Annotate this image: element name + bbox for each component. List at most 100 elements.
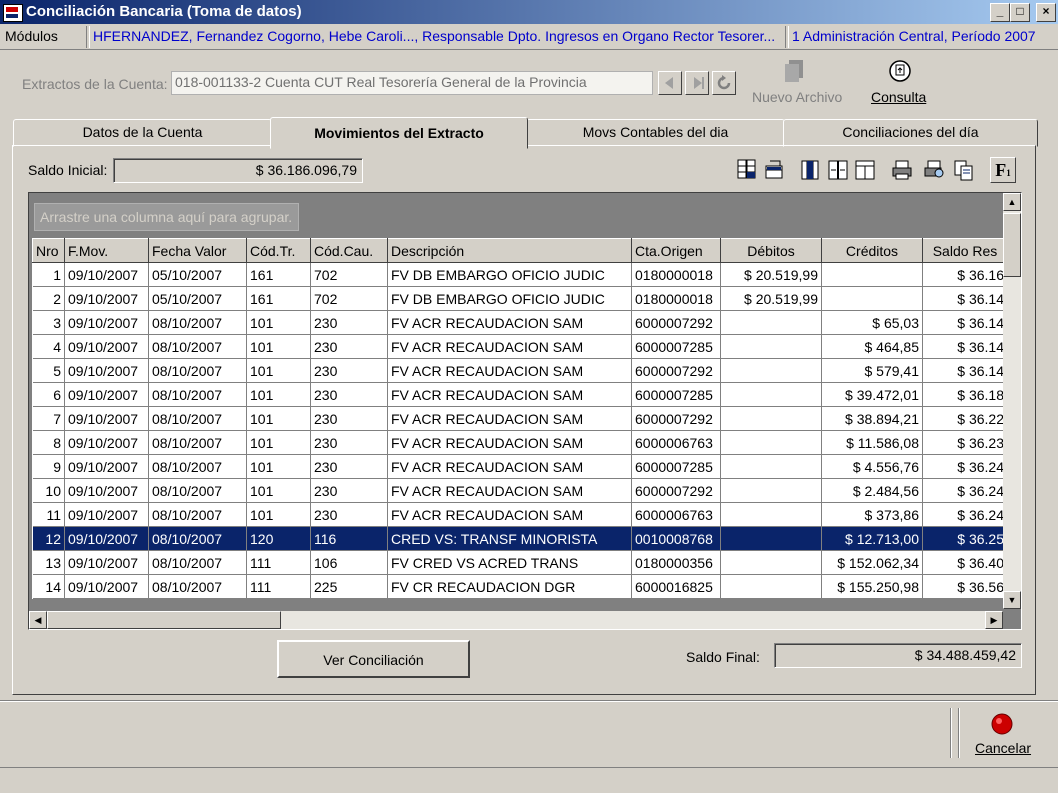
cell-debitos[interactable]: $ 20.519,99: [720, 286, 822, 311]
cell-cod-cau[interactable]: 230: [310, 478, 388, 503]
cell-debitos[interactable]: [720, 502, 822, 527]
new-file-button[interactable]: Nuevo Archivo: [752, 89, 842, 105]
cell-debitos[interactable]: [720, 406, 822, 431]
cell-saldo[interactable]: $ 36.25: [922, 526, 1008, 551]
cell-nro[interactable]: 9: [32, 454, 65, 479]
cell-saldo[interactable]: $ 36.14: [922, 286, 1008, 311]
table-row[interactable]: 11 09/10/2007 08/10/2007 101 230 FV ACR RECAU…: [32, 502, 1008, 527]
cell-creditos[interactable]: $ 11.586,08: [821, 430, 923, 455]
cell-fmov[interactable]: 09/10/2007: [64, 550, 149, 575]
table-row[interactable]: 8 09/10/2007 08/10/2007 101 230 FV ACR RECAUD…: [32, 430, 1008, 455]
table-row[interactable]: 13 09/10/2007 08/10/2007 111 106 FV CRED VS A…: [32, 550, 1008, 575]
cell-descripcion[interactable]: FV ACR RECAUDACION SAM: [387, 430, 632, 455]
cell-descripcion[interactable]: FV ACR RECAUDACION SAM: [387, 334, 632, 359]
column-header-fmov[interactable]: F.Mov.: [64, 238, 149, 263]
columns-icon[interactable]: [798, 158, 822, 182]
cell-creditos[interactable]: $ 12.713,00: [821, 526, 923, 551]
cell-cta-origen[interactable]: 6000007285: [631, 382, 721, 407]
cell-fmov[interactable]: 09/10/2007: [64, 526, 149, 551]
cell-fmov[interactable]: 09/10/2007: [64, 478, 149, 503]
tab-statement-movements[interactable]: Movimientos del Extracto: [270, 117, 528, 149]
column-header-descripcion[interactable]: Descripción: [387, 238, 632, 263]
column-header-cta-origen[interactable]: Cta.Origen: [631, 238, 721, 263]
vertical-scrollbar[interactable]: ▲ ▼: [1003, 193, 1021, 609]
cell-cta-origen[interactable]: 6000006763: [631, 430, 721, 455]
minimize-button[interactable]: _: [990, 3, 1010, 22]
tab-daily-reconciliations[interactable]: Conciliaciones del día: [783, 119, 1038, 147]
cell-cod-cau[interactable]: 225: [310, 574, 388, 599]
copy-icon[interactable]: [952, 158, 976, 182]
cell-fmov[interactable]: 09/10/2007: [64, 574, 149, 599]
cell-cod-tr[interactable]: 101: [246, 310, 311, 335]
cell-cod-tr[interactable]: 161: [246, 286, 311, 311]
cell-cod-tr[interactable]: 101: [246, 502, 311, 527]
cell-cod-tr[interactable]: 101: [246, 382, 311, 407]
cell-creditos[interactable]: $ 579,41: [821, 358, 923, 383]
cell-cta-origen[interactable]: 6000007292: [631, 358, 721, 383]
column-header-cod-cau[interactable]: Cód.Cau.: [310, 238, 388, 263]
cell-fmov[interactable]: 09/10/2007: [64, 262, 149, 287]
font-icon[interactable]: F1: [990, 157, 1016, 183]
cell-descripcion[interactable]: FV ACR RECAUDACION SAM: [387, 406, 632, 431]
cell-fmov[interactable]: 09/10/2007: [64, 358, 149, 383]
cell-cta-origen[interactable]: 6000007292: [631, 478, 721, 503]
table-row[interactable]: 1 09/10/2007 05/10/2007 161 702 FV DB EMBARGO…: [32, 262, 1008, 287]
table-row[interactable]: 5 09/10/2007 08/10/2007 101 230 FV ACR RECAUD…: [32, 358, 1008, 383]
cell-saldo[interactable]: $ 36.56: [922, 574, 1008, 599]
cell-creditos[interactable]: $ 373,86: [821, 502, 923, 527]
cell-cod-cau[interactable]: 230: [310, 430, 388, 455]
scroll-left-button[interactable]: ◀: [29, 611, 47, 629]
table-row[interactable]: 9 09/10/2007 08/10/2007 101 230 FV ACR RECAUD…: [32, 454, 1008, 479]
scroll-thumb[interactable]: [1003, 213, 1021, 277]
cell-fecha-valor[interactable]: 08/10/2007: [148, 310, 247, 335]
column-header-fecha-valor[interactable]: Fecha Valor: [148, 238, 247, 263]
cell-debitos[interactable]: [720, 526, 822, 551]
cell-cod-tr[interactable]: 101: [246, 478, 311, 503]
table-row[interactable]: 14 09/10/2007 08/10/2007 111 225 FV CR RECAUD…: [32, 574, 1008, 599]
cell-nro[interactable]: 11: [32, 502, 65, 527]
view-reconciliation-button[interactable]: Ver Conciliación: [277, 640, 470, 678]
cell-cod-tr[interactable]: 101: [246, 358, 311, 383]
tab-account-data[interactable]: Datos de la Cuenta: [13, 119, 272, 147]
cell-cod-cau[interactable]: 230: [310, 502, 388, 527]
query-button[interactable]: Consulta: [871, 89, 926, 105]
cell-cod-tr[interactable]: 111: [246, 574, 311, 599]
cell-descripcion[interactable]: FV CR RECAUDACION DGR: [387, 574, 632, 599]
cell-debitos[interactable]: [720, 334, 822, 359]
refresh-button[interactable]: [712, 71, 736, 95]
cancel-button[interactable]: Cancelar: [975, 740, 1031, 756]
cell-fecha-valor[interactable]: 08/10/2007: [148, 406, 247, 431]
cell-cod-cau[interactable]: 702: [310, 286, 388, 311]
cell-cod-cau[interactable]: 230: [310, 382, 388, 407]
cell-saldo[interactable]: $ 36.14: [922, 358, 1008, 383]
cell-cta-origen[interactable]: 0180000356: [631, 550, 721, 575]
table-row[interactable]: 6 09/10/2007 08/10/2007 101 230 FV ACR RECAUD…: [32, 382, 1008, 407]
cell-descripcion[interactable]: FV DB EMBARGO OFICIO JUDIC: [387, 262, 632, 287]
table-row[interactable]: 12 09/10/2007 08/10/2007 120 116 CRED VS: TRA…: [32, 526, 1008, 551]
cell-cta-origen[interactable]: 6000016825: [631, 574, 721, 599]
cell-cta-origen[interactable]: 6000006763: [631, 502, 721, 527]
cell-saldo[interactable]: $ 36.24: [922, 478, 1008, 503]
next-extract-button[interactable]: [685, 71, 709, 95]
cell-nro[interactable]: 3: [32, 310, 65, 335]
print-preview-icon[interactable]: [922, 158, 946, 182]
column-header-nro[interactable]: Nro: [32, 238, 65, 263]
cell-debitos[interactable]: [720, 550, 822, 575]
cell-creditos[interactable]: $ 39.472,01: [821, 382, 923, 407]
movements-grid[interactable]: Arrastre una columna aquí para agrupar. …: [28, 192, 1022, 630]
cell-cod-cau[interactable]: 230: [310, 358, 388, 383]
cell-cod-tr[interactable]: 111: [246, 550, 311, 575]
group-by-area[interactable]: Arrastre una columna aquí para agrupar.: [34, 203, 299, 231]
cell-nro[interactable]: 6: [32, 382, 65, 407]
cell-cta-origen[interactable]: 6000007292: [631, 406, 721, 431]
cell-descripcion[interactable]: FV ACR RECAUDACION SAM: [387, 502, 632, 527]
column-header-debitos[interactable]: Débitos: [720, 238, 822, 263]
horizontal-scrollbar[interactable]: ◀ ▶: [29, 611, 1003, 629]
export-icon[interactable]: [762, 158, 786, 182]
cell-debitos[interactable]: $ 20.519,99: [720, 262, 822, 287]
cell-cod-tr[interactable]: 101: [246, 430, 311, 455]
cell-debitos[interactable]: [720, 478, 822, 503]
maximize-button[interactable]: □: [1010, 3, 1030, 22]
cell-creditos[interactable]: $ 464,85: [821, 334, 923, 359]
cell-descripcion[interactable]: FV ACR RECAUDACION SAM: [387, 310, 632, 335]
